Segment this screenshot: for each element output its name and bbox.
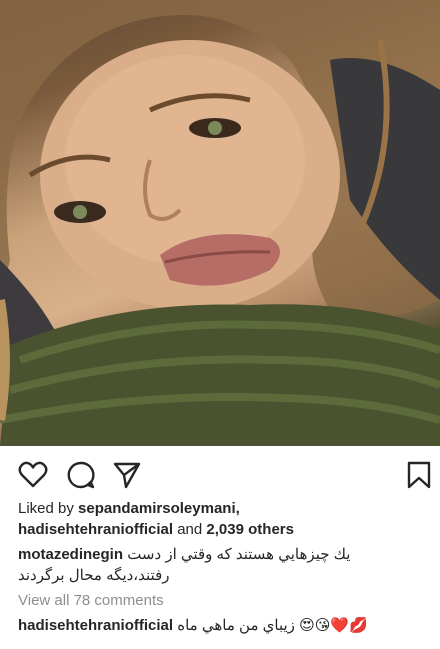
comment-button[interactable]: [66, 460, 96, 490]
comment-2-text: زيباي من ماهي ماه: [177, 617, 295, 634]
likes-count-link[interactable]: 2,039 others: [206, 521, 294, 538]
liked-by-user2-link[interactable]: hadisehtehraniofficial: [18, 521, 173, 538]
post-action-bar: [0, 446, 440, 502]
liked-by-line: Liked by sepandamirsoleymani,: [18, 498, 428, 519]
likes-suffix: others: [248, 521, 294, 538]
comment-1: motazedinegin يك چيزهايي هستند كه وقتي ا…: [18, 544, 428, 586]
bookmark-icon: [407, 461, 431, 489]
heart-icon: [18, 461, 48, 488]
comment-1-text-line2: رفتند،ديگه محال برگردند: [18, 567, 170, 584]
comment-1-username[interactable]: motazedinegin: [18, 546, 123, 563]
selfie-illustration: [0, 0, 440, 446]
post-photo[interactable]: [0, 0, 440, 446]
likes-count: 2,039: [206, 521, 244, 538]
comment-2: hadisehtehraniofficial زيباي من ماهي ماه…: [18, 615, 428, 636]
likes-count-line: hadisehtehraniofficial and 2,039 others: [18, 519, 428, 540]
post-details: Liked by sepandamirsoleymani, hadisehteh…: [18, 498, 428, 636]
liked-by-prefix: Liked by: [18, 500, 74, 517]
liked-by-user-link[interactable]: sepandamirsoleymani,: [78, 500, 240, 517]
share-button[interactable]: [112, 460, 142, 490]
liked-and: and: [177, 521, 203, 538]
like-button[interactable]: [18, 460, 48, 490]
comment-2-username[interactable]: hadisehtehraniofficial: [18, 617, 173, 634]
view-all-comments-link[interactable]: View all 78 comments: [18, 590, 428, 611]
comment-2-emojis: 😍😘❤️💋: [299, 616, 368, 634]
comment-bubble-icon: [67, 461, 95, 489]
comment-1-text-line1: يك چيزهايي هستند كه وقتي از دست: [127, 546, 351, 563]
save-button[interactable]: [404, 460, 434, 490]
paper-plane-icon: [113, 462, 141, 489]
comment-1-text-line2-row: رفتند،ديگه محال برگردند: [18, 565, 428, 586]
